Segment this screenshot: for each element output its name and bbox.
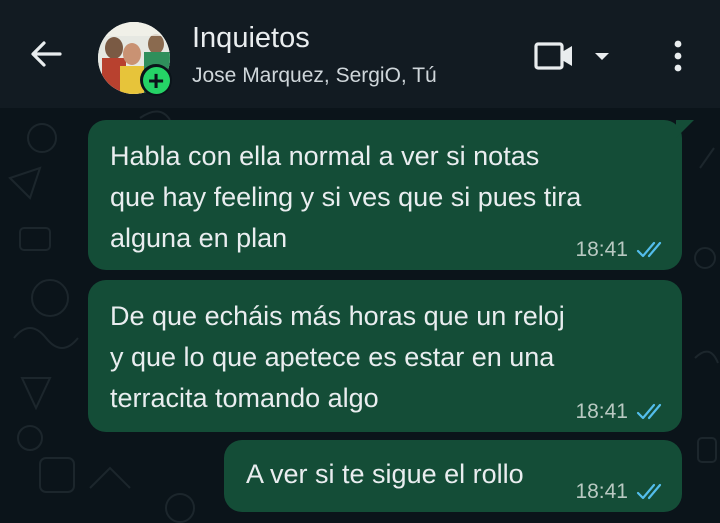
double-check-read-icon [636, 483, 662, 500]
message-meta: 18:41 [575, 400, 668, 424]
chat-screen: + Inquietos Jose Marquez, SergiO, Tú Hab… [0, 0, 720, 523]
message-meta: 18:41 [575, 238, 668, 262]
group-title[interactable]: Inquietos [192, 22, 310, 55]
message-meta: 18:41 [575, 480, 668, 504]
message-line: que hay feeling y si ves que si pues tir… [110, 182, 582, 212]
double-check-read-icon [636, 403, 662, 420]
message-line: terracita tomando algo [110, 383, 379, 413]
outgoing-message[interactable]: Habla con ella normal a ver si notas que… [88, 120, 694, 270]
message-line: A ver si te sigue el rollo [246, 459, 524, 489]
message-text: A ver si te sigue el rollo [246, 454, 524, 495]
message-line: De que echáis más horas que un reloj [110, 301, 565, 331]
back-button[interactable] [22, 30, 70, 78]
chevron-down-icon [595, 53, 609, 60]
more-options-button[interactable] [660, 34, 696, 78]
message-list[interactable]: Habla con ella normal a ver si notas que… [0, 108, 720, 523]
outgoing-message[interactable]: De que echáis más horas que un reloj y q… [88, 280, 682, 432]
bubble-tail [676, 120, 694, 138]
chat-header: + Inquietos Jose Marquez, SergiO, Tú [0, 0, 720, 108]
more-vertical-icon [674, 40, 682, 72]
arrow-left-icon [31, 41, 62, 67]
message-time: 18:41 [575, 238, 628, 261]
message-text: De que echáis más horas que un reloj y q… [110, 296, 565, 419]
message-line: y que lo que apetece es estar en una [110, 342, 555, 372]
plus-icon: + [142, 66, 170, 94]
double-check-read-icon [636, 241, 662, 258]
video-camera-icon [534, 42, 572, 70]
group-avatar[interactable]: + [98, 22, 172, 96]
message-time: 18:41 [575, 400, 628, 423]
add-participant-badge[interactable]: + [140, 64, 172, 96]
message-line: Habla con ella normal a ver si notas [110, 141, 540, 171]
video-call-button[interactable] [532, 36, 616, 76]
message-time: 18:41 [575, 480, 628, 503]
message-line: alguna en plan [110, 223, 288, 253]
message-text: Habla con ella normal a ver si notas que… [110, 136, 581, 259]
outgoing-message[interactable]: A ver si te sigue el rollo 18:41 [224, 440, 682, 512]
group-participants[interactable]: Jose Marquez, SergiO, Tú [192, 64, 437, 88]
